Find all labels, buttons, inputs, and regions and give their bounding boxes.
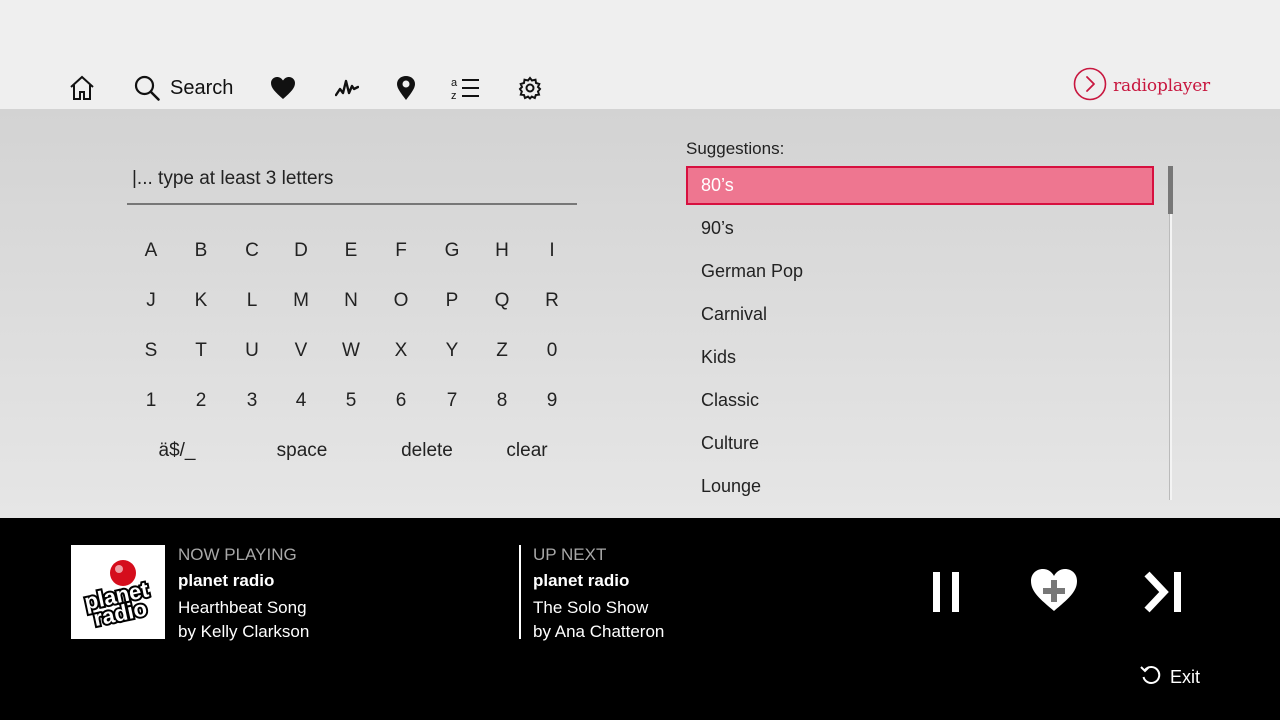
key-v[interactable]: V <box>276 331 326 371</box>
az-list-icon[interactable]: a z <box>450 72 480 104</box>
gear-icon[interactable] <box>518 72 542 104</box>
key-s[interactable]: S <box>126 331 176 371</box>
favorites-heart-icon[interactable] <box>270 72 296 104</box>
suggestion-item[interactable]: Carnival <box>686 295 1154 334</box>
pause-button[interactable] <box>930 570 962 619</box>
key-m[interactable]: M <box>276 281 326 321</box>
key-r[interactable]: R <box>527 281 577 321</box>
now-playing-artist: by Kelly Clarkson <box>178 622 310 641</box>
home-icon[interactable] <box>68 72 96 104</box>
key-5[interactable]: 5 <box>326 381 376 421</box>
key-7[interactable]: 7 <box>427 381 477 421</box>
key-2[interactable]: 2 <box>176 381 226 421</box>
trending-pulse-icon[interactable] <box>335 72 359 104</box>
key-symbols[interactable]: ä$/_ <box>127 431 227 471</box>
exit-label: Exit <box>1170 667 1201 687</box>
key-z[interactable]: Z <box>477 331 527 371</box>
key-c[interactable]: C <box>227 231 277 271</box>
search-icon <box>134 75 160 101</box>
key-d[interactable]: D <box>276 231 326 271</box>
suggestion-item[interactable]: Kids <box>686 338 1154 377</box>
key-n[interactable]: N <box>326 281 376 321</box>
key-b[interactable]: B <box>176 231 226 271</box>
player-bar: planet radio NOW PLAYING planet radio He… <box>0 518 1280 720</box>
key-p[interactable]: P <box>427 281 477 321</box>
suggestion-item[interactable]: Lounge <box>686 467 1154 506</box>
key-u[interactable]: U <box>227 331 277 371</box>
key-k[interactable]: K <box>176 281 226 321</box>
now-playing-station: planet radio <box>178 571 275 590</box>
key-g[interactable]: G <box>427 231 477 271</box>
svg-text:z: z <box>451 90 457 101</box>
key-3[interactable]: 3 <box>227 381 277 421</box>
suggestion-item[interactable]: Culture <box>686 424 1154 463</box>
key-f[interactable]: F <box>376 231 426 271</box>
now-playing-heading: NOW PLAYING <box>178 545 297 564</box>
top-nav-bar: Search a z radioplayer <box>0 0 1280 109</box>
pause-icon <box>933 572 959 612</box>
key-a[interactable]: A <box>126 231 176 271</box>
key-9[interactable]: 9 <box>527 381 577 421</box>
heart-plus-icon <box>1031 569 1077 611</box>
back-arrow-icon <box>1140 664 1162 691</box>
play-circle-icon <box>1073 67 1107 106</box>
radioplayer-brand: radioplayer <box>1073 67 1210 102</box>
search-nav-item[interactable]: Search <box>134 72 233 104</box>
key-4[interactable]: 4 <box>276 381 326 421</box>
suggestion-item[interactable]: Classic <box>686 381 1154 420</box>
key-j[interactable]: J <box>126 281 176 321</box>
location-pin-icon[interactable] <box>396 72 416 104</box>
key-y[interactable]: Y <box>427 331 477 371</box>
key-e[interactable]: E <box>326 231 376 271</box>
brand-name: radioplayer <box>1113 76 1210 96</box>
key-o[interactable]: O <box>376 281 426 321</box>
key-q[interactable]: Q <box>477 281 527 321</box>
up-next-station: planet radio <box>533 571 630 590</box>
search-panel: |... type at least 3 letters ABCDEFGHIJK… <box>0 109 1280 518</box>
search-placeholder: |... type at least 3 letters <box>132 168 334 189</box>
suggestion-list: 80’s 90’s German Pop Carnival Kids Classic Cul… <box>686 166 1154 510</box>
key-0[interactable]: 0 <box>527 331 577 371</box>
key-x[interactable]: X <box>376 331 426 371</box>
add-favorite-button[interactable] <box>1030 568 1078 617</box>
scrollbar-thumb[interactable] <box>1168 166 1173 214</box>
suggestion-item[interactable]: German Pop <box>686 252 1154 291</box>
suggestion-item[interactable]: 90’s <box>686 209 1154 248</box>
key-l[interactable]: L <box>227 281 277 321</box>
key-clear[interactable]: clear <box>477 431 577 471</box>
search-nav-label: Search <box>170 76 234 99</box>
up-next-show: The Solo Show <box>533 598 649 617</box>
suggestions-title: Suggestions: <box>686 139 785 158</box>
divider <box>519 545 521 639</box>
key-i[interactable]: I <box>527 231 577 271</box>
now-playing-song: Hearthbeat Song <box>178 598 307 617</box>
search-input[interactable]: |... type at least 3 letters <box>127 164 577 205</box>
suggestion-item[interactable]: 80’s <box>686 166 1154 205</box>
up-next-host: by Ana Chatteron <box>533 622 665 641</box>
key-space[interactable]: space <box>252 431 352 471</box>
key-h[interactable]: H <box>477 231 527 271</box>
key-8[interactable]: 8 <box>477 381 527 421</box>
skip-next-icon <box>1144 571 1181 613</box>
key-6[interactable]: 6 <box>376 381 426 421</box>
station-logo: planet radio <box>71 545 165 639</box>
key-w[interactable]: W <box>326 331 376 371</box>
svg-text:a: a <box>451 77 458 89</box>
key-delete[interactable]: delete <box>377 431 477 471</box>
key-1[interactable]: 1 <box>126 381 176 421</box>
key-t[interactable]: T <box>176 331 226 371</box>
scrollbar-track[interactable] <box>1169 166 1172 500</box>
exit-button[interactable]: Exit <box>1140 664 1200 691</box>
up-next-heading: UP NEXT <box>533 545 607 564</box>
skip-next-button[interactable] <box>1144 570 1186 619</box>
